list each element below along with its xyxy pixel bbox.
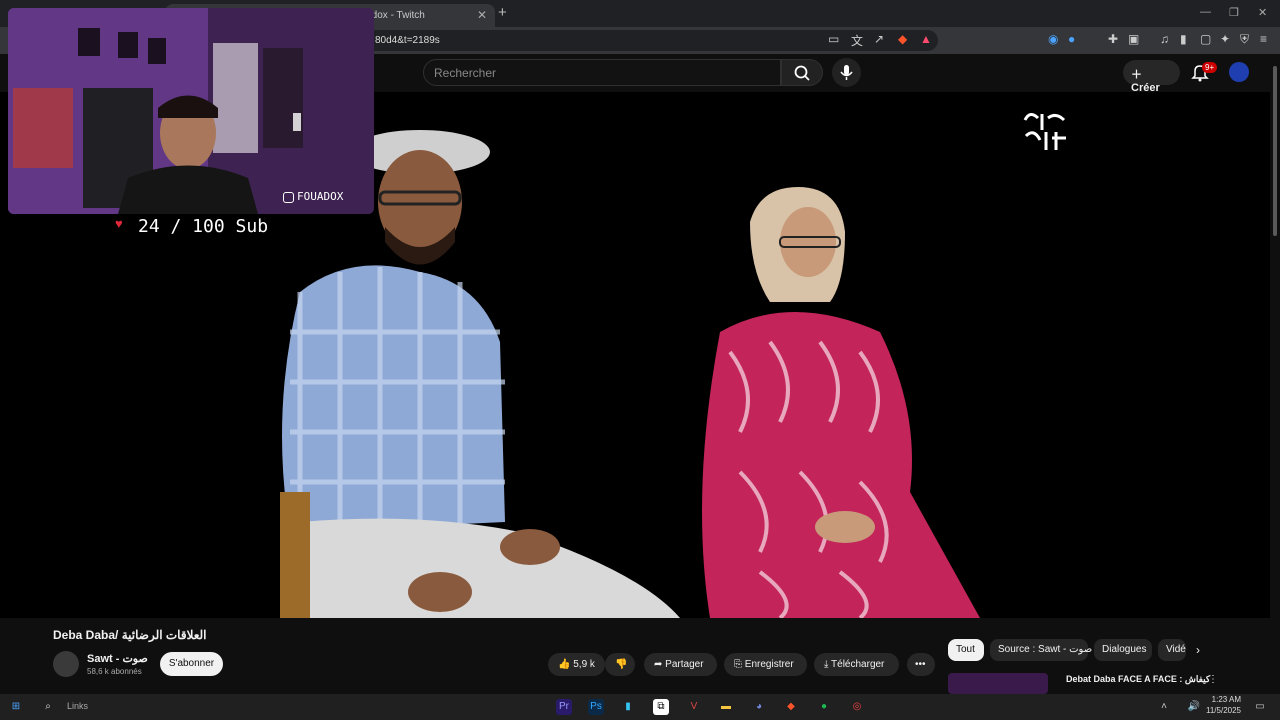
brave-shield-icon[interactable]: ◆ — [898, 32, 907, 46]
webcam-scene — [8, 8, 374, 214]
subscribe-button[interactable]: S'abonner — [160, 652, 223, 676]
search-placeholder: Rechercher — [434, 66, 497, 80]
brave-rewards-icon[interactable]: ▲ — [920, 32, 932, 46]
more-icon: ••• — [915, 659, 926, 670]
scrollbar-thumb[interactable] — [1273, 66, 1277, 236]
voice-search-button[interactable] — [832, 58, 861, 87]
dislike-button[interactable]: 👎 — [605, 653, 635, 676]
screenshot-icon[interactable]: ▣ — [1128, 32, 1139, 46]
close-window-icon[interactable]: ✕ — [1258, 6, 1267, 19]
sub-goal-counter: 24 / 100 Sub — [138, 216, 269, 237]
save-label: Enregistrer — [744, 659, 794, 670]
save-button[interactable]: ⎘ Enregistrer — [724, 653, 807, 676]
media-icon[interactable]: ♫ — [1160, 32, 1169, 46]
sawt-watermark-logo — [1023, 113, 1066, 150]
volume-icon[interactable]: 🔊 — [1186, 699, 1202, 715]
instagram-icon — [283, 191, 294, 203]
translate-icon[interactable]: 文 — [851, 32, 863, 49]
channel-name[interactable]: Sawt - صوت — [87, 652, 148, 665]
extensions-icon[interactable]: ✚ — [1108, 32, 1118, 46]
windows-taskbar — [0, 694, 1280, 720]
photoshop-icon[interactable]: Ps — [588, 699, 604, 715]
wallet-icon[interactable]: ▢ — [1200, 32, 1211, 46]
chip-videos[interactable]: Vidé — [1158, 639, 1186, 661]
leo-ai-icon[interactable]: ✦ — [1220, 32, 1230, 46]
spotify-icon[interactable]: ● — [816, 699, 832, 715]
notification-center-icon[interactable]: ▭ — [1252, 699, 1268, 715]
restore-icon[interactable]: ❐ — [1229, 6, 1239, 19]
taskbar-date[interactable]: 11/5/2025 — [1205, 706, 1241, 715]
account-avatar[interactable] — [1229, 62, 1249, 82]
menu-icon[interactable]: ≡ — [1260, 32, 1267, 46]
taskbar-time[interactable]: 1:23 AM — [1205, 695, 1241, 704]
capcut-icon[interactable]: ▮ — [620, 699, 636, 715]
search-button[interactable] — [781, 59, 823, 86]
share-button[interactable]: ➦ Partager — [644, 653, 717, 676]
like-button[interactable]: 👍 5,9 k — [548, 653, 605, 676]
search-input[interactable]: Rechercher — [423, 59, 781, 86]
thumbs-down-icon: 👎 — [615, 659, 628, 670]
minimize-icon[interactable]: — — [1200, 6, 1211, 18]
start-icon[interactable]: ⊞ — [8, 699, 24, 715]
taskbar-search-label[interactable]: Links — [67, 701, 88, 711]
channel-avatar[interactable] — [53, 651, 79, 677]
close-tab-icon[interactable]: ✕ — [477, 8, 487, 22]
chip-dialogues[interactable]: Dialogues — [1094, 639, 1152, 661]
download-icon: ⤓ — [824, 659, 829, 670]
tray-chevron-icon[interactable]: ˄ — [1156, 699, 1172, 715]
notification-badge: 9+ — [1202, 62, 1218, 73]
more-actions-button[interactable]: ••• — [907, 653, 935, 676]
subscriber-count: 58,6 k abonnés — [87, 667, 142, 676]
share-page-icon[interactable]: ↗ — [874, 32, 884, 46]
obs-icon[interactable]: ◎ — [849, 699, 865, 715]
like-count: 5,9 k — [573, 659, 595, 670]
download-label: Télécharger — [831, 659, 885, 670]
plus-icon: ＋ — [1131, 69, 1142, 81]
create-button[interactable]: ＋ Créer — [1123, 60, 1180, 94]
search-icon — [794, 65, 810, 81]
chip-all[interactable]: Tout — [948, 639, 984, 661]
extension-vpn-icon[interactable]: ● — [1068, 32, 1075, 46]
thumbs-up-icon: 👍 — [558, 659, 571, 670]
microphone-icon — [840, 65, 853, 80]
discord-icon[interactable]: ◕ — [751, 699, 767, 715]
chip-source[interactable]: Source : Sawt - صوت — [990, 639, 1092, 661]
video-title: Deba Daba/ العلاقات الرضائية — [53, 628, 207, 642]
streamer-webcam — [8, 8, 374, 214]
related-video-thumbnail[interactable] — [948, 673, 1048, 694]
instagram-handle: FOUADOX — [297, 190, 344, 203]
heart-icon: ♥ — [115, 216, 123, 231]
woman-figure — [702, 187, 980, 618]
sidebar-icon[interactable]: ▮ — [1180, 32, 1187, 46]
share-label: Partager — [665, 659, 704, 670]
share-icon: ➦ — [654, 659, 663, 670]
related-more-icon[interactable]: ⋮ — [1208, 674, 1218, 685]
vpn-shield-icon[interactable]: ⛨ — [1240, 32, 1249, 47]
download-button[interactable]: ⤓ Télécharger — [814, 653, 899, 676]
instagram-tag: FOUADOX — [283, 190, 343, 203]
search-icon[interactable]: ⌕ — [40, 699, 56, 715]
bookmark-icon: ⎘ — [734, 659, 742, 670]
extension-audio-icon[interactable]: ◉ — [1048, 32, 1058, 46]
file-explorer-icon[interactable]: ▬ — [718, 699, 734, 715]
app-icon[interactable]: ⧉ — [653, 699, 669, 715]
chevron-right-icon[interactable]: › — [1196, 643, 1200, 657]
related-video-title[interactable]: Debat Daba FACE A FACE : كيفاش — [1066, 674, 1210, 685]
new-tab-icon[interactable]: + — [498, 4, 507, 21]
vectorworks-icon[interactable]: V — [686, 699, 702, 715]
premiere-icon[interactable]: Pr — [556, 699, 572, 715]
brave-icon[interactable]: ◆ — [783, 699, 799, 715]
url-text: 80d4&t=2189s — [375, 35, 440, 46]
install-app-icon[interactable]: ▭ — [828, 32, 839, 46]
